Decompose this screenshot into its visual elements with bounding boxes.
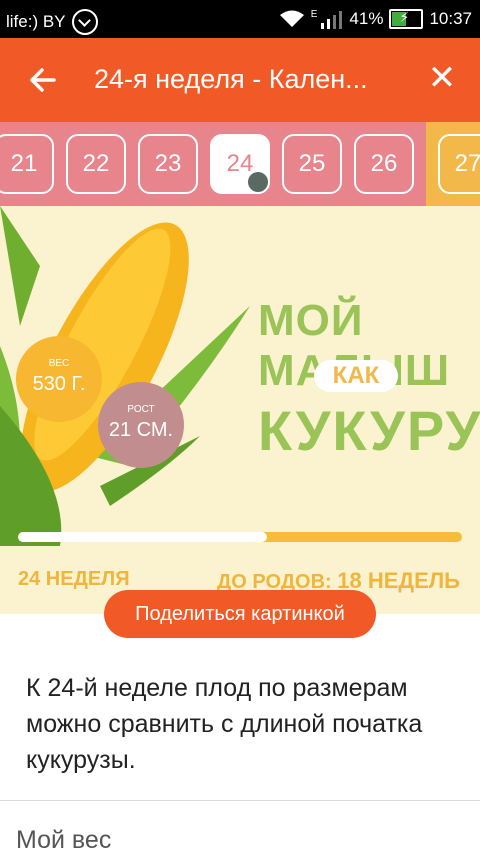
signal-icon (321, 11, 343, 29)
share-image-button[interactable]: Поделиться картинкой (104, 590, 376, 638)
clock: 10:37 (429, 9, 472, 28)
week-tab-27[interactable]: 27 (438, 134, 480, 194)
current-week-label: 24 НЕДЕЛЯ (18, 568, 130, 590)
close-icon[interactable]: ✕ (424, 60, 460, 96)
weight-badge: ВЕС 530 Г. (16, 336, 102, 422)
week-tab-22[interactable]: 22 (66, 134, 126, 194)
avatar (246, 170, 270, 194)
week-tab-21[interactable]: 21 (0, 134, 54, 194)
weight-label: ВЕС (48, 358, 70, 369)
headline-line3: КУКУРУЗА (258, 399, 480, 462)
height-label: РОСТ (127, 404, 155, 415)
week-illustration: МОЙ МАЛЫШ КАК КУКУРУЗА ВЕС 530 Г. РОСТ 2… (0, 206, 480, 614)
week-tab-25[interactable]: 25 (282, 134, 342, 194)
week-description: К 24-й неделе плод по размерам можно сра… (26, 674, 423, 774)
weight-value: 530 Г. (32, 373, 86, 395)
week-tab-26[interactable]: 26 (354, 134, 414, 194)
app-bar: 24-я неделя - Кален... ✕ (0, 38, 480, 122)
headline-line2: КАК (314, 360, 398, 392)
divider (0, 800, 480, 801)
status-bar: life:) BY E 41% ⚡ 10:37 (0, 0, 480, 38)
my-weight-section-title[interactable]: Мой вес (16, 826, 111, 855)
remaining-value: 18 НЕДЕЛЬ (337, 568, 460, 593)
pregnancy-progress-bar (18, 532, 462, 542)
progress-fill (18, 532, 267, 542)
battery-percent: 41% (349, 9, 384, 28)
viber-icon (71, 9, 98, 35)
week-selector: 21 22 23 24 25 26 27 (0, 122, 480, 206)
battery-icon: ⚡ (389, 9, 424, 29)
back-arrow-icon[interactable] (24, 62, 60, 98)
carrier-label: life:) BY (6, 12, 66, 31)
wifi-icon (279, 10, 304, 27)
height-value: 21 СМ. (108, 419, 174, 441)
network-type-label: E (310, 9, 318, 20)
week-tab-23[interactable]: 23 (138, 134, 198, 194)
height-badge: РОСТ 21 СМ. (98, 382, 184, 468)
week-tab-24[interactable]: 24 (210, 134, 270, 194)
page-title: 24-я неделя - Кален... (94, 64, 368, 94)
